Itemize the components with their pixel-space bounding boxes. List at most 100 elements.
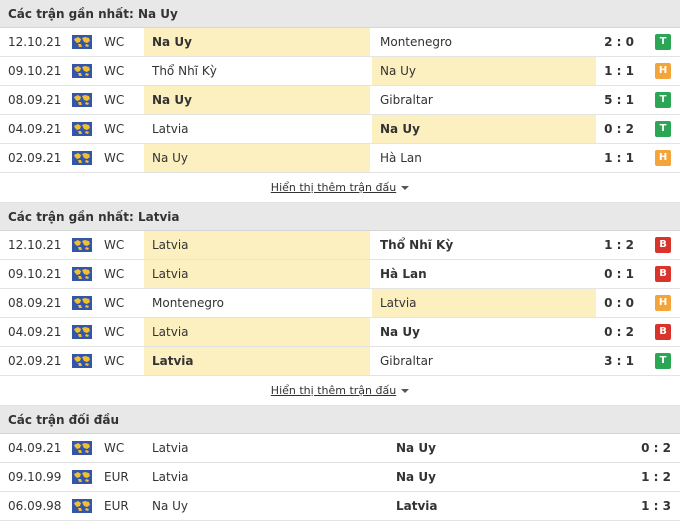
- match-row[interactable]: 08.09.21 WC Montenegro Latvia 0 : 0 H: [0, 289, 680, 318]
- match-row[interactable]: 04.09.21 WC Latvia Na Uy 0 : 2 T: [0, 115, 680, 144]
- match-score[interactable]: 0 : 2: [632, 434, 680, 462]
- world-map-flag-icon: [72, 122, 92, 136]
- competition-label: WC: [104, 441, 125, 455]
- section-title: Các trận gần nhất: Latvia: [0, 203, 680, 231]
- match-row[interactable]: 12.10.21 WC Latvia Thổ Nhĩ Kỳ 1 : 2 B: [0, 231, 680, 260]
- match-date: 08.09.21: [8, 296, 62, 310]
- competition-label: WC: [104, 35, 125, 49]
- away-team[interactable]: Montenegro: [372, 28, 596, 56]
- result-badge: T: [655, 121, 671, 137]
- home-team[interactable]: Na Uy: [144, 492, 344, 520]
- match-score[interactable]: 0 : 0: [596, 289, 642, 317]
- away-team[interactable]: Latvia: [372, 289, 596, 317]
- world-map-flag-icon: [72, 151, 92, 165]
- home-team[interactable]: Na Uy: [144, 28, 370, 56]
- home-team[interactable]: Montenegro: [144, 289, 370, 317]
- match-date: 09.10.21: [8, 64, 62, 78]
- home-team[interactable]: Latvia: [144, 347, 370, 375]
- show-more-row: Hiển thị thêm trận đấu: [0, 173, 680, 203]
- match-row[interactable]: 02.09.21 WC Latvia Gibraltar 3 : 1 T: [0, 347, 680, 376]
- match-score[interactable]: 0 : 1: [596, 260, 642, 288]
- competition-label: WC: [104, 354, 125, 368]
- result-badge: H: [655, 63, 671, 79]
- section-title: Các trận gần nhất: Na Uy: [0, 0, 680, 28]
- match-row[interactable]: 12.10.21 WC Na Uy Montenegro 2 : 0 T: [0, 28, 680, 57]
- h2h-row[interactable]: 09.10.99 EUR Latvia Na Uy 1 : 2: [0, 463, 680, 492]
- away-team[interactable]: Hà Lan: [372, 260, 596, 288]
- world-map-flag-icon: [72, 93, 92, 107]
- result-badge: B: [655, 266, 671, 282]
- away-team[interactable]: Gibraltar: [372, 86, 596, 114]
- world-map-flag-icon: [72, 267, 92, 281]
- competition-label: WC: [104, 122, 125, 136]
- world-map-flag-icon: [72, 470, 92, 484]
- home-team[interactable]: Latvia: [144, 231, 370, 259]
- competition-label: WC: [104, 238, 125, 252]
- world-map-flag-icon: [72, 238, 92, 252]
- match-row[interactable]: 08.09.21 WC Na Uy Gibraltar 5 : 1 T: [0, 86, 680, 115]
- match-date: 04.09.21: [8, 441, 62, 455]
- world-map-flag-icon: [72, 296, 92, 310]
- match-date: 02.09.21: [8, 151, 62, 165]
- match-row[interactable]: 02.09.21 WC Na Uy Hà Lan 1 : 1 H: [0, 144, 680, 173]
- match-date: 09.10.99: [8, 470, 62, 484]
- match-score[interactable]: 1 : 1: [596, 57, 642, 85]
- match-score[interactable]: 1 : 2: [632, 463, 680, 491]
- match-score[interactable]: 1 : 3: [632, 492, 680, 520]
- home-team[interactable]: Na Uy: [144, 86, 370, 114]
- home-team[interactable]: Na Uy: [144, 144, 370, 172]
- away-team[interactable]: Na Uy: [390, 434, 590, 462]
- away-team[interactable]: Thổ Nhĩ Kỳ: [372, 231, 596, 259]
- result-badge: T: [655, 92, 671, 108]
- match-score[interactable]: 2 : 0: [596, 28, 642, 56]
- match-score[interactable]: 3 : 1: [596, 347, 642, 375]
- match-date: 04.09.21: [8, 325, 62, 339]
- away-team[interactable]: Na Uy: [390, 463, 590, 491]
- match-score[interactable]: 5 : 1: [596, 86, 642, 114]
- match-score[interactable]: 1 : 2: [596, 231, 642, 259]
- away-team[interactable]: Latvia: [390, 492, 590, 520]
- match-date: 02.09.21: [8, 354, 62, 368]
- world-map-flag-icon: [72, 499, 92, 513]
- match-row[interactable]: 04.09.21 WC Latvia Na Uy 0 : 2 B: [0, 318, 680, 347]
- home-team[interactable]: Thổ Nhĩ Kỳ: [144, 57, 370, 85]
- show-more-link[interactable]: Hiển thị thêm trận đấu: [271, 384, 396, 397]
- section-title: Các trận đối đầu: [0, 406, 680, 434]
- match-date: 04.09.21: [8, 122, 62, 136]
- result-badge: H: [655, 295, 671, 311]
- caret-down-icon[interactable]: [401, 388, 410, 393]
- world-map-flag-icon: [72, 441, 92, 455]
- home-team[interactable]: Latvia: [144, 318, 370, 346]
- home-team[interactable]: Latvia: [144, 260, 370, 288]
- show-more-link[interactable]: Hiển thị thêm trận đấu: [271, 181, 396, 194]
- away-team[interactable]: Na Uy: [372, 115, 596, 143]
- away-team[interactable]: Na Uy: [372, 318, 596, 346]
- match-row[interactable]: 09.10.21 WC Thổ Nhĩ Kỳ Na Uy 1 : 1 H: [0, 57, 680, 86]
- world-map-flag-icon: [72, 35, 92, 49]
- away-team[interactable]: Na Uy: [372, 57, 596, 85]
- caret-down-icon[interactable]: [401, 185, 410, 190]
- world-map-flag-icon: [72, 325, 92, 339]
- h2h-row[interactable]: 06.09.98 EUR Na Uy Latvia 1 : 3: [0, 492, 680, 521]
- show-more-row: Hiển thị thêm trận đấu: [0, 376, 680, 406]
- competition-label: WC: [104, 93, 125, 107]
- match-score[interactable]: 1 : 1: [596, 144, 642, 172]
- competition-label: WC: [104, 64, 125, 78]
- result-badge: B: [655, 324, 671, 340]
- home-team[interactable]: Latvia: [144, 115, 370, 143]
- match-row[interactable]: 09.10.21 WC Latvia Hà Lan 0 : 1 B: [0, 260, 680, 289]
- world-map-flag-icon: [72, 354, 92, 368]
- match-date: 08.09.21: [8, 93, 62, 107]
- h2h-row[interactable]: 04.09.21 WC Latvia Na Uy 0 : 2: [0, 434, 680, 463]
- match-date: 09.10.21: [8, 267, 62, 281]
- competition-label: WC: [104, 151, 125, 165]
- home-team[interactable]: Latvia: [144, 434, 344, 462]
- match-score[interactable]: 0 : 2: [596, 318, 642, 346]
- match-score[interactable]: 0 : 2: [596, 115, 642, 143]
- matches-page: Các trận gần nhất: Na Uy 12.10.21 WC Na Uy M…: [0, 0, 680, 521]
- away-team[interactable]: Gibraltar: [372, 347, 596, 375]
- competition-label: EUR: [104, 499, 129, 513]
- home-team[interactable]: Latvia: [144, 463, 344, 491]
- away-team[interactable]: Hà Lan: [372, 144, 596, 172]
- competition-label: WC: [104, 296, 125, 310]
